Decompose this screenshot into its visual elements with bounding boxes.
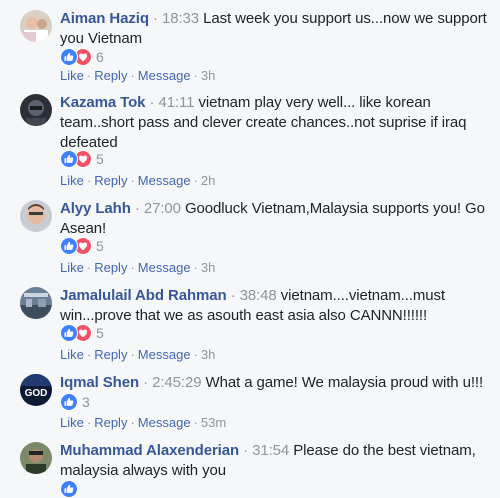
avatar[interactable] — [20, 10, 52, 42]
comment-timestamp[interactable]: 18:33 — [162, 10, 199, 27]
comment-timestamp[interactable]: 41:11 — [158, 94, 194, 111]
like-link[interactable]: Like — [60, 415, 84, 430]
like-reaction-icon — [60, 480, 78, 498]
message-link[interactable]: Message — [138, 415, 191, 430]
like-reaction-icon — [60, 150, 78, 168]
comment-author[interactable]: Kazama Tok — [60, 94, 146, 111]
action-dot: · — [193, 68, 198, 83]
comment-timestamp[interactable]: 31:54 — [252, 442, 289, 459]
comment-actions: Like · Reply · Message · 3h — [60, 68, 215, 84]
comment-author[interactable]: Iqmal Shen — [60, 374, 139, 391]
action-dot: · — [86, 260, 92, 275]
comment-text: Jamalulail Abd Rahman · 38:48 vietnam...… — [60, 286, 492, 326]
reaction-count: 5 — [96, 325, 104, 341]
comment-body: What a game! We malaysia proud with u!!! — [205, 374, 484, 391]
comment-author[interactable]: Jamalulail Abd Rahman — [60, 287, 227, 304]
reaction-summary[interactable]: 6 — [60, 48, 104, 66]
comment-text: Iqmal Shen · 2:45:29 What a game! We mal… — [60, 373, 492, 393]
reaction-summary[interactable]: 5 — [60, 150, 104, 168]
reaction-summary[interactable]: 3 — [60, 393, 90, 411]
comment-actions: Like · Reply · Message · 3h — [60, 347, 215, 363]
comment-actions: Like · Reply · Message · 2h — [60, 173, 215, 189]
comment-dot: · — [243, 442, 249, 459]
comment-dot: · — [153, 10, 158, 27]
action-dot: · — [86, 415, 92, 430]
comment-author[interactable]: Muhammad Alaxenderian — [60, 442, 239, 459]
action-dot: · — [130, 260, 135, 275]
reply-link[interactable]: Reply — [94, 415, 127, 430]
comment-age[interactable]: 2h — [201, 173, 215, 188]
reaction-count: 6 — [96, 49, 104, 65]
comment-author[interactable]: Aiman Haziq — [60, 10, 149, 27]
action-dot: · — [86, 68, 92, 83]
comment-timestamp[interactable]: 38:48 — [240, 287, 277, 304]
comment-dot: · — [143, 374, 149, 391]
comment-dot: · — [134, 200, 140, 217]
avatar[interactable] — [20, 94, 52, 126]
avatar[interactable]: GOD — [20, 374, 52, 406]
comment-actions: Like · Reply · Message · 3h — [60, 260, 215, 276]
reply-link[interactable]: Reply — [94, 173, 127, 188]
message-link[interactable]: Message — [138, 347, 191, 362]
reaction-summary[interactable]: 5 — [60, 324, 104, 342]
reaction-summary[interactable] — [60, 480, 82, 498]
reply-link[interactable]: Reply — [94, 260, 127, 275]
like-link[interactable]: Like — [60, 173, 84, 188]
like-reaction-icon — [60, 324, 78, 342]
reaction-count: 5 — [96, 151, 104, 167]
like-reaction-icon — [60, 237, 78, 255]
comment-text: Muhammad Alaxenderian · 31:54 Please do … — [60, 441, 492, 481]
action-dot: · — [130, 173, 135, 188]
comment-age[interactable]: 3h — [201, 347, 215, 362]
comment-timestamp[interactable]: 27:00 — [144, 200, 181, 217]
message-link[interactable]: Message — [138, 68, 191, 83]
message-link[interactable]: Message — [138, 260, 191, 275]
action-dot: · — [86, 173, 92, 188]
like-link[interactable]: Like — [60, 347, 84, 362]
avatar-label: GOD — [25, 388, 48, 399]
avatar[interactable] — [20, 287, 52, 319]
comment-age[interactable]: 53m — [201, 415, 226, 430]
like-reaction-icon — [60, 393, 78, 411]
comment-age[interactable]: 3h — [201, 68, 215, 83]
action-dot: · — [130, 347, 135, 362]
reply-link[interactable]: Reply — [94, 68, 127, 83]
action-dot: · — [193, 415, 198, 430]
like-link[interactable]: Like — [60, 68, 84, 83]
action-dot: · — [130, 415, 135, 430]
like-link[interactable]: Like — [60, 260, 84, 275]
message-link[interactable]: Message — [138, 173, 191, 188]
comment-author[interactable]: Alyy Lahh — [60, 200, 131, 217]
comment-text: Kazama Tok · 41:11 vietnam play very wel… — [60, 93, 492, 153]
action-dot: · — [86, 347, 92, 362]
reply-link[interactable]: Reply — [94, 347, 127, 362]
comment-dot: · — [149, 94, 155, 111]
action-dot: · — [193, 260, 198, 275]
comment-actions: Like · Reply · Message · 53m — [60, 415, 226, 431]
comment-text: Aiman Haziq · 18:33 Last week you suppor… — [60, 9, 492, 49]
reaction-count: 3 — [82, 394, 90, 410]
comment-age[interactable]: 3h — [201, 260, 215, 275]
avatar[interactable] — [20, 442, 52, 474]
action-dot: · — [130, 68, 135, 83]
comment-dot: · — [230, 287, 236, 304]
reaction-count: 5 — [96, 238, 104, 254]
avatar[interactable] — [20, 200, 52, 232]
action-dot: · — [193, 173, 198, 188]
like-reaction-icon — [60, 48, 78, 66]
action-dot: · — [193, 347, 198, 362]
reaction-summary[interactable]: 5 — [60, 237, 104, 255]
comment-text: Alyy Lahh · 27:00 Goodluck Vietnam,Malay… — [60, 199, 492, 239]
comment-timestamp[interactable]: 2:45:29 — [152, 374, 201, 391]
